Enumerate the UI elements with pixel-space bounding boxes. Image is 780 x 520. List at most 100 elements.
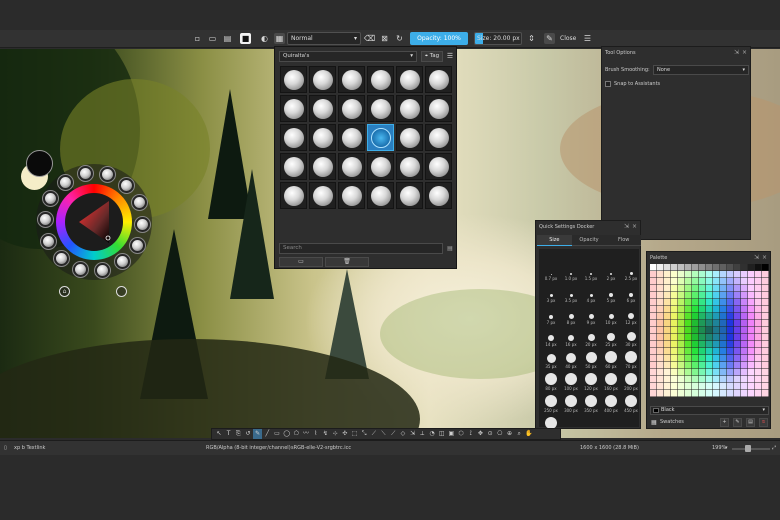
swatch[interactable] xyxy=(650,299,657,306)
reload-preset-icon[interactable]: ↻ xyxy=(394,33,405,44)
size-preset[interactable]: 80 px xyxy=(542,369,560,391)
swatch[interactable] xyxy=(762,292,769,299)
swatch[interactable] xyxy=(678,264,685,271)
swatch[interactable] xyxy=(685,376,692,383)
swatch[interactable] xyxy=(657,285,664,292)
swatch[interactable] xyxy=(748,355,755,362)
swatch[interactable] xyxy=(713,348,720,355)
swatch[interactable] xyxy=(692,334,699,341)
swatch[interactable] xyxy=(706,383,713,390)
fullscreen-icon[interactable]: ⤢ xyxy=(772,445,776,451)
fill-icon[interactable]: ⟋ xyxy=(388,429,398,439)
brush-preset[interactable] xyxy=(367,95,394,122)
swatch[interactable] xyxy=(657,306,664,313)
swatch[interactable] xyxy=(720,264,727,271)
swatch[interactable] xyxy=(671,355,678,362)
color-triangle[interactable] xyxy=(65,193,123,251)
swatch[interactable] xyxy=(720,341,727,348)
reference-icon[interactable]: ◫ xyxy=(437,429,447,439)
swatch[interactable] xyxy=(657,278,664,285)
swatch[interactable] xyxy=(734,285,741,292)
swatch[interactable] xyxy=(671,327,678,334)
tab-opacity[interactable]: Opacity xyxy=(571,235,607,246)
size-preset[interactable]: 6 px xyxy=(622,281,640,303)
swatch[interactable] xyxy=(657,369,664,376)
swatch[interactable] xyxy=(692,362,699,369)
swatch[interactable] xyxy=(755,341,762,348)
swatch[interactable] xyxy=(706,299,713,306)
swatch[interactable] xyxy=(748,362,755,369)
size-preset[interactable]: 60 px xyxy=(602,347,620,369)
swatch[interactable] xyxy=(720,369,727,376)
remove-swatch-button[interactable]: ⦸ xyxy=(759,418,768,427)
swatch[interactable] xyxy=(734,362,741,369)
swatch[interactable] xyxy=(657,376,664,383)
swatch[interactable] xyxy=(678,299,685,306)
swatch[interactable] xyxy=(713,306,720,313)
size-preset[interactable]: 200 px xyxy=(622,369,640,391)
brush-preset[interactable] xyxy=(396,153,423,180)
polygon-select-icon[interactable]: ⟟ xyxy=(466,429,476,439)
swatch[interactable] xyxy=(713,299,720,306)
swatch[interactable] xyxy=(741,362,748,369)
menu-icon[interactable]: ☰ xyxy=(582,33,593,44)
swatch[interactable] xyxy=(671,306,678,313)
swatch[interactable] xyxy=(762,362,769,369)
swatch[interactable] xyxy=(657,362,664,369)
swatch[interactable] xyxy=(762,341,769,348)
move-icon[interactable]: ⬚ xyxy=(350,429,360,439)
swatch[interactable] xyxy=(664,320,671,327)
swatch[interactable] xyxy=(692,306,699,313)
swatch[interactable] xyxy=(678,306,685,313)
swatch-grid-svg[interactable] xyxy=(650,264,769,397)
clear-history-icon[interactable]: ⌂ xyxy=(59,286,70,297)
swatch[interactable] xyxy=(741,299,748,306)
bezier-select-icon[interactable]: ⊕ xyxy=(505,429,515,439)
swatch[interactable] xyxy=(741,348,748,355)
swatch[interactable] xyxy=(706,313,713,320)
assistant-icon[interactable]: ⟂ xyxy=(417,429,427,439)
swatch[interactable] xyxy=(692,264,699,271)
swatch[interactable] xyxy=(720,355,727,362)
swatch[interactable] xyxy=(657,313,664,320)
swatch[interactable] xyxy=(734,292,741,299)
swatch[interactable] xyxy=(685,306,692,313)
swatch[interactable] xyxy=(699,271,706,278)
colorize-icon[interactable]: ◇ xyxy=(398,429,408,439)
tag-button[interactable]: ⌖ Tag xyxy=(421,51,443,62)
swatch[interactable] xyxy=(727,341,734,348)
swatch[interactable] xyxy=(699,278,706,285)
favorite-brush-slot[interactable] xyxy=(98,166,116,184)
swatch[interactable] xyxy=(706,306,713,313)
size-preset[interactable]: 5 px xyxy=(602,281,620,303)
swatch[interactable] xyxy=(706,264,713,271)
swatch[interactable] xyxy=(755,369,762,376)
swatch[interactable] xyxy=(762,383,769,390)
swatch[interactable] xyxy=(748,376,755,383)
swatch[interactable] xyxy=(713,383,720,390)
spin-arrows-icon[interactable]: ⇕ xyxy=(526,33,537,44)
brush-presets-icon[interactable]: ▦ xyxy=(274,33,285,44)
swatch[interactable] xyxy=(727,369,734,376)
swatch[interactable] xyxy=(650,264,657,271)
swatch[interactable] xyxy=(671,376,678,383)
freehand-select-icon[interactable]: ✥ xyxy=(476,429,486,439)
swatch[interactable] xyxy=(748,334,755,341)
add-swatch-button[interactable]: + xyxy=(720,418,729,427)
swatch[interactable] xyxy=(685,278,692,285)
size-preset[interactable]: 120 px xyxy=(582,369,600,391)
color-name-select[interactable]: Black ▾ xyxy=(650,406,769,415)
swatch[interactable] xyxy=(734,334,741,341)
swatch[interactable] xyxy=(671,264,678,271)
swatch[interactable] xyxy=(664,306,671,313)
swatch[interactable] xyxy=(685,264,692,271)
swatch[interactable] xyxy=(664,383,671,390)
swatch[interactable] xyxy=(692,348,699,355)
swatch[interactable] xyxy=(720,306,727,313)
swatch[interactable] xyxy=(755,320,762,327)
swatch[interactable] xyxy=(734,341,741,348)
swatch[interactable] xyxy=(671,341,678,348)
delete-preset-button[interactable]: 🗑 xyxy=(325,257,369,267)
blend-mode-select[interactable]: Normal ▾ xyxy=(287,32,361,45)
dynamic-brush-icon[interactable]: ↯ xyxy=(321,429,331,439)
